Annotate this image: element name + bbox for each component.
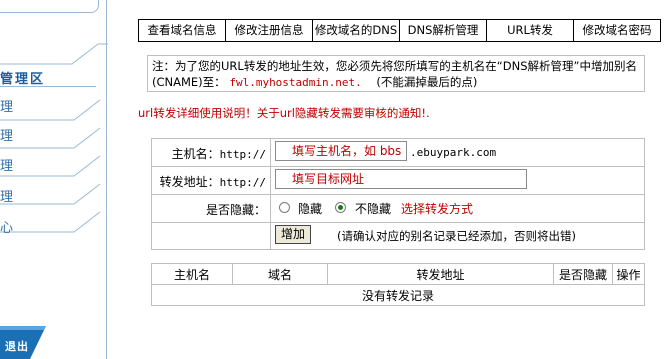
target-row: 转发地址：http:// 填写目标网址 — [152, 167, 644, 195]
notice-tail: (不能漏掉最后的点) — [376, 75, 478, 89]
sidebar-border — [106, 0, 107, 359]
tab-dns-management[interactable]: DNS解析管理 — [400, 20, 487, 41]
help-link-text[interactable]: url转发详细使用说明！关于url隐藏转发需要审核的通知!. — [138, 106, 430, 120]
notice-host: fwl.myhostadmin.net. — [229, 76, 362, 89]
col-hidden: 是否隐藏 — [553, 263, 613, 285]
col-target: 转发地址 — [327, 263, 554, 285]
sidebar-item-3[interactable]: 理 — [0, 155, 13, 174]
host-row: 主机名：http:// 填写主机名，如 bbs .ebuypark.com — [152, 139, 644, 167]
empty-records-text: 没有转发记录 — [151, 284, 645, 306]
col-host: 主机名 — [151, 263, 233, 285]
tab-url-forward[interactable]: URL转发 — [487, 20, 574, 41]
col-domain: 域名 — [232, 263, 328, 285]
target-label: 转发地址：http:// — [159, 175, 266, 189]
table-header-row: 主机名 域名 转发地址 是否隐藏 操作 — [151, 263, 645, 285]
host-input[interactable]: 填写主机名，如 bbs — [275, 141, 407, 161]
sidebar-item-1[interactable]: 理 — [0, 96, 13, 115]
radio-hidden[interactable] — [279, 202, 290, 213]
divider — [270, 167, 271, 194]
sidebar-item-4[interactable]: 理 — [0, 186, 13, 205]
tab-view-domain-info[interactable]: 查看域名信息 — [139, 20, 226, 41]
hidden-label: 是否隐藏： — [205, 203, 266, 217]
host-label: 主机名：http:// — [171, 147, 266, 161]
cname-notice: 注：为了您的URL转发的地址生效，您必须先将您所填写的主机名在“DNS解析管理”… — [147, 55, 645, 92]
forward-records-table: 主机名 域名 转发地址 是否隐藏 操作 没有转发记录 — [151, 263, 645, 306]
radio-not-hidden[interactable] — [335, 202, 346, 213]
divider — [270, 195, 271, 222]
logout-label[interactable]: 退出 — [5, 338, 29, 354]
radio-not-hidden-label[interactable]: 不隐藏 — [355, 200, 391, 217]
col-actions: 操作 — [612, 263, 645, 285]
forward-mode-hint: 选择转发方式 — [401, 202, 474, 216]
divider — [0, 86, 96, 87]
sidebar-decoration — [0, 43, 108, 233]
sidebar-item-5[interactable]: 心 — [0, 217, 13, 236]
tab-bar: 查看域名信息 修改注册信息 修改域名的DNS DNS解析管理 URL转发 修改域… — [138, 19, 661, 42]
forward-form: 主机名：http:// 填写主机名，如 bbs .ebuypark.com 转发… — [151, 138, 645, 250]
tab-edit-dns[interactable]: 修改域名的DNS — [313, 20, 400, 41]
target-url-input[interactable]: 填写目标网址 — [275, 169, 527, 189]
sidebar-item-2[interactable]: 理 — [0, 125, 13, 144]
domain-suffix: .ebuypark.com — [410, 146, 497, 159]
tab-edit-password[interactable]: 修改域名密码 — [574, 20, 661, 41]
add-note: (请确认对应的别名记录已经添加，否则将出错) — [337, 229, 576, 243]
radio-hidden-label[interactable]: 隐藏 — [298, 200, 322, 217]
tab-edit-registration[interactable]: 修改注册信息 — [226, 20, 313, 41]
hidden-row: 是否隐藏： 隐藏 不隐藏 选择转发方式 — [152, 195, 644, 223]
divider — [270, 223, 271, 249]
divider — [270, 139, 271, 166]
add-row: 增加 (请确认对应的别名记录已经添加，否则将出错) — [152, 223, 644, 249]
add-button[interactable]: 增加 — [275, 225, 312, 244]
sidebar: 管理区 理 理 理 理 心 退出 — [0, 0, 108, 359]
table-row: 没有转发记录 — [151, 284, 645, 306]
help-link[interactable]: url转发详细使用说明！关于url隐藏转发需要审核的通知!. — [138, 105, 430, 121]
sidebar-zone-title: 管理区 — [0, 72, 46, 87]
